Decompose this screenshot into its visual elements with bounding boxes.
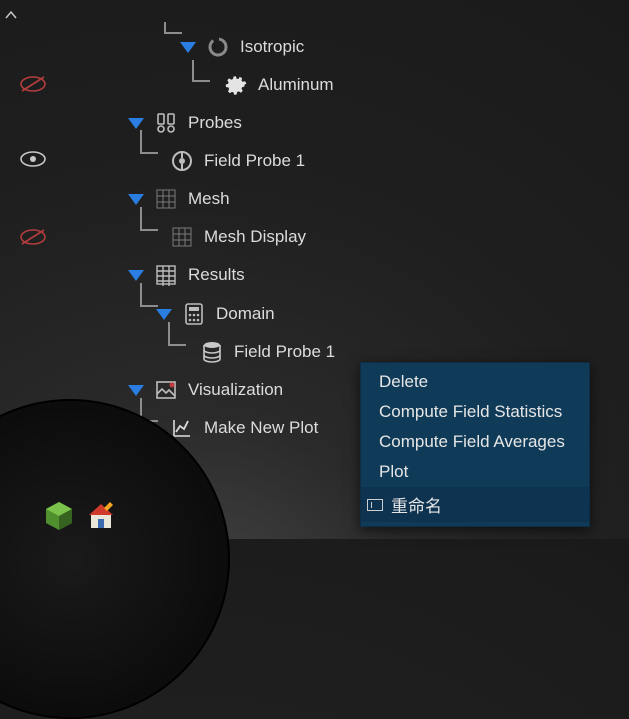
tree-label: Field Probe 1 [204, 151, 305, 171]
tree-node-make-new-plot[interactable]: Make New Plot [170, 413, 318, 443]
ctx-compute-field-averages[interactable]: Compute Field Averages [361, 427, 589, 457]
tree-node-aluminum[interactable]: Aluminum [224, 70, 334, 100]
visibility-on-icon[interactable] [20, 150, 46, 168]
tree-label: Make New Plot [204, 418, 318, 438]
visibility-off-icon[interactable] [20, 228, 46, 246]
taskbar-arc [0, 399, 230, 719]
tree-label: Domain [216, 304, 275, 324]
tree-node-results[interactable]: Results [128, 260, 245, 290]
expander-icon[interactable] [128, 194, 144, 205]
expander-icon[interactable] [156, 309, 172, 320]
database-icon [200, 340, 224, 364]
expander-icon[interactable] [128, 118, 144, 129]
ctx-label: Compute Field Averages [379, 432, 565, 452]
ctx-plot[interactable]: Plot [361, 457, 589, 487]
tree-label: Mesh [188, 189, 230, 209]
context-menu: Delete Compute Field Statistics Compute … [360, 362, 590, 527]
mesh-icon [154, 187, 178, 211]
ctx-label: Compute Field Statistics [379, 402, 562, 422]
visibility-off-icon[interactable] [20, 75, 46, 93]
tree-label: Aluminum [258, 75, 334, 95]
expander-icon[interactable] [128, 270, 144, 281]
chevron-up-icon[interactable] [4, 8, 18, 22]
tree-node-mesh-display[interactable]: Mesh Display [170, 222, 306, 252]
tree-node-domain[interactable]: Domain [156, 299, 275, 329]
tree-label: Probes [188, 113, 242, 133]
tree-node-visualization[interactable]: Visualization [128, 375, 283, 405]
tree-label: Field Probe 1 [234, 342, 335, 362]
ctx-label: 重命名 [391, 492, 442, 517]
taskbar-app-home-icon[interactable] [84, 499, 118, 533]
ctx-delete[interactable]: Delete [361, 367, 589, 397]
probe-icon [170, 149, 194, 173]
tree-node-field-probe[interactable]: Field Probe 1 [170, 146, 305, 176]
expander-icon[interactable] [128, 385, 144, 396]
results-table-icon [154, 263, 178, 287]
tree-node-isotropic[interactable]: Isotropic [180, 32, 304, 62]
ctx-compute-field-statistics[interactable]: Compute Field Statistics [361, 397, 589, 427]
domain-calculator-icon [182, 302, 206, 326]
ctx-label: Plot [379, 462, 408, 482]
tree-node-result-field-probe[interactable]: Field Probe 1 [200, 337, 335, 367]
tree-label: Results [188, 265, 245, 285]
probes-group-icon [154, 111, 178, 135]
tree-label: Isotropic [240, 37, 304, 57]
tree-node-probes[interactable]: Probes [128, 108, 242, 138]
tree-label: Mesh Display [204, 227, 306, 247]
tree-label: Visualization [188, 380, 283, 400]
ctx-label: Delete [379, 372, 428, 392]
mesh-display-icon [170, 225, 194, 249]
visualization-picture-icon [154, 378, 178, 402]
expander-icon[interactable] [180, 42, 196, 53]
tree-node-mesh[interactable]: Mesh [128, 184, 230, 214]
gear-icon [224, 73, 248, 97]
taskbar-app-cube-icon[interactable] [42, 499, 76, 533]
rename-icon [367, 499, 383, 511]
material-ring-icon [206, 35, 230, 59]
ctx-rename[interactable]: 重命名 [361, 487, 589, 522]
